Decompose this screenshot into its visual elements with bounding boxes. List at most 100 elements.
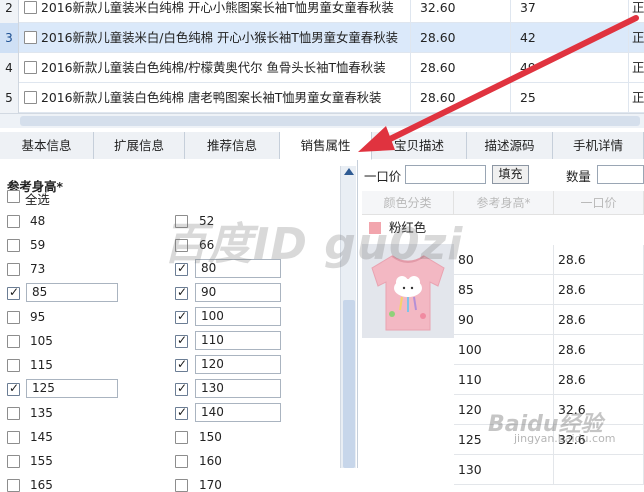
size-option-input[interactable]: 130: [195, 379, 281, 398]
size-option-label: 165: [30, 478, 53, 492]
size-option-input[interactable]: 140: [195, 403, 281, 422]
product-extra: 正: [628, 0, 644, 23]
size-option-input[interactable]: 120: [195, 355, 281, 374]
product-name: 2016新款儿童装米白/白色纯棉 开心小猴长袖T恤男童女童春秋装: [41, 30, 398, 45]
tab-recommend-info[interactable]: 推荐信息: [185, 132, 280, 159]
size-option-label: 155: [30, 454, 53, 468]
product-price: 28.60: [410, 23, 510, 53]
product-name: 2016新款儿童装米白纯棉 开心小熊图案长袖T恤男童女童春秋装: [41, 0, 394, 15]
size-option-input[interactable]: 110: [195, 331, 281, 350]
tab-mobile-details[interactable]: 手机详情: [553, 132, 644, 159]
column-header-price: 一口价: [554, 191, 644, 215]
table-row[interactable]: 4 2016新款儿童装白色纯棉/柠檬黄奥代尔 鱼骨头长袖T恤春秋装 28.60 49 正: [0, 53, 644, 83]
product-quantity: 37: [510, 0, 634, 23]
size-option-checkbox[interactable]: [175, 431, 188, 444]
sku-price-cell[interactable]: 28.6: [554, 365, 644, 395]
product-list: 2 2016新款儿童装米白纯棉 开心小熊图案长袖T恤男童女童春秋装 32.60 37 正…: [0, 0, 644, 128]
row-checkbox[interactable]: [24, 1, 37, 14]
size-option-checkbox[interactable]: [7, 263, 20, 276]
tab-extended-info[interactable]: 扩展信息: [94, 132, 185, 159]
tab-description-source[interactable]: 描述源码: [467, 132, 553, 159]
row-checkbox[interactable]: [24, 31, 37, 44]
size-option-checkbox[interactable]: [7, 455, 20, 468]
size-option-checkbox[interactable]: [175, 309, 188, 324]
product-extra: 正: [628, 53, 644, 83]
size-option-label: 115: [30, 358, 53, 372]
sku-height-cell: 90: [454, 305, 554, 335]
size-option-checkbox[interactable]: [7, 431, 20, 444]
size-option-checkbox[interactable]: [175, 479, 188, 492]
row-number: 4: [0, 53, 19, 83]
row-checkbox[interactable]: [24, 91, 37, 104]
product-name: 2016新款儿童装白色纯棉 唐老鸭图案长袖T恤男童女童春秋装: [41, 90, 382, 105]
table-row[interactable]: 5 2016新款儿童装白色纯棉 唐老鸭图案长袖T恤男童女童春秋装 28.60 25 正: [0, 83, 644, 113]
size-option-checkbox[interactable]: [7, 381, 20, 396]
scrollbar-thumb[interactable]: [343, 300, 355, 468]
sku-price-cell[interactable]: 28.6: [554, 305, 644, 335]
table-row[interactable]: 3 2016新款儿童装米白/白色纯棉 开心小猴长袖T恤男童女童春秋装 28.60 42…: [0, 23, 644, 53]
row-number: 3: [0, 23, 19, 53]
select-all-label: 全选: [25, 192, 50, 207]
product-quantity: 25: [510, 83, 634, 113]
size-option-checkbox[interactable]: [7, 239, 20, 252]
horizontal-scrollbar[interactable]: [0, 113, 644, 128]
baidu-url: jingyan.baidu.com: [514, 432, 616, 445]
row-number: 2: [0, 0, 19, 23]
tab-basic-info[interactable]: 基本信息: [0, 132, 94, 159]
quantity-input[interactable]: [597, 165, 644, 184]
size-option-checkbox[interactable]: [7, 311, 20, 324]
size-option-input[interactable]: 100: [195, 307, 281, 326]
size-option-checkbox[interactable]: [7, 407, 20, 420]
watermark-text: 百度ID gu0zi: [163, 219, 464, 270]
size-option-label: 59: [30, 238, 46, 252]
sku-height-cell: 110: [454, 365, 554, 395]
sku-height-cell: 80: [454, 245, 554, 275]
size-option-checkbox[interactable]: [175, 455, 188, 468]
size-option-label: 95: [30, 310, 46, 324]
product-quantity: 42: [510, 23, 634, 53]
size-option-checkbox[interactable]: [7, 335, 20, 348]
size-option-label: 73: [30, 262, 46, 276]
size-option-label: 170: [199, 478, 222, 492]
size-option-label: 48: [30, 214, 46, 228]
scroll-up-icon[interactable]: [344, 168, 354, 175]
tab-item-description[interactable]: 宝贝描述: [372, 132, 467, 159]
product-name: 2016新款儿童装白色纯棉/柠檬黄奥代尔 鱼骨头长袖T恤春秋装: [41, 60, 386, 75]
size-option-label: 145: [30, 430, 53, 444]
price-label: 一口价: [364, 169, 402, 184]
size-option-label: 150: [199, 430, 222, 444]
sku-price-cell[interactable]: 28.6: [554, 275, 644, 305]
size-option-label: 135: [30, 406, 53, 420]
sku-price-cell[interactable]: [554, 455, 644, 485]
size-option-checkbox[interactable]: [7, 215, 20, 228]
tab-sales-attributes[interactable]: 销售属性: [280, 132, 372, 160]
quantity-label: 数量: [566, 169, 591, 184]
sku-height-cell: 130: [454, 455, 554, 485]
size-option-checkbox[interactable]: [7, 479, 20, 492]
size-option-checkbox[interactable]: [7, 359, 20, 372]
sku-price-cell[interactable]: 28.6: [554, 335, 644, 365]
fill-button[interactable]: 填充: [492, 165, 529, 184]
size-option-label: 160: [199, 454, 222, 468]
tab-bar: 基本信息 扩展信息 推荐信息 销售属性 宝贝描述 描述源码 手机详情: [0, 132, 644, 160]
table-row[interactable]: 2 2016新款儿童装米白纯棉 开心小熊图案长袖T恤男童女童春秋装 32.60 37 正: [0, 0, 644, 23]
size-option-checkbox[interactable]: [175, 285, 188, 300]
size-option-checkbox[interactable]: [175, 333, 188, 348]
size-option-checkbox[interactable]: [175, 357, 188, 372]
size-option-checkbox[interactable]: [175, 381, 188, 396]
product-extra: 正: [628, 83, 644, 113]
size-options-panel: 参考身高* 全选 4859738595105115125135145155165…: [0, 160, 358, 492]
row-checkbox[interactable]: [24, 61, 37, 74]
size-option-checkbox[interactable]: [175, 405, 188, 420]
column-header-height: 参考身高*: [454, 191, 554, 215]
select-all-checkbox[interactable]: [7, 190, 20, 203]
product-price: 28.60: [410, 83, 510, 113]
product-price: 32.60: [410, 0, 510, 23]
price-input[interactable]: [405, 165, 486, 184]
scrollbar-thumb[interactable]: [20, 116, 640, 126]
size-option-input[interactable]: 90: [195, 283, 281, 302]
size-option-input[interactable]: 125: [26, 379, 118, 398]
sku-price-cell[interactable]: 28.6: [554, 245, 644, 275]
size-option-input[interactable]: 85: [26, 283, 118, 302]
size-option-checkbox[interactable]: [7, 285, 20, 300]
